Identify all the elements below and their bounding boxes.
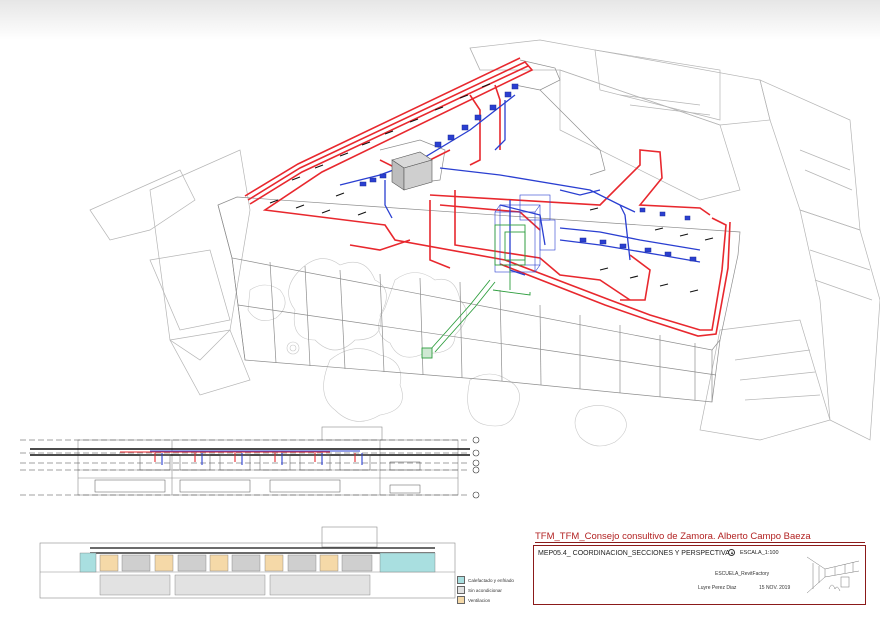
project-title: TFM_TFM_Consejo consultivo de Zamora. Al… [535, 531, 811, 542]
legend-swatch [457, 576, 465, 584]
sheet-author: Luyre Perez Diaz [698, 585, 737, 591]
zoning-legend: Calefactado y enfriado Sin acondicionar … [457, 575, 514, 605]
legend-swatch [457, 596, 465, 604]
sheet-code-name: MEP05.4_ COORDINACION_SECCIONES Y PERSPE… [538, 550, 730, 557]
legend-label: Calefactado y enfriado [468, 577, 514, 583]
diffusers [269, 83, 714, 293]
perspective-thumbnail [806, 556, 860, 594]
level-markers [472, 436, 480, 499]
sheet-code: MEP05.4_ [538, 550, 571, 557]
sheet-name: COORDINACION_SECCIONES Y PERSPECTIVA [572, 550, 730, 557]
context-buildings [89, 39, 880, 441]
section-lower [39, 526, 456, 599]
title-block: MEP05.4_ COORDINACION_SECCIONES Y PERSPE… [533, 545, 866, 605]
air-handling-unit [391, 151, 433, 191]
mep-drawing-canvas [20, 39, 880, 599]
level-lines [20, 439, 470, 496]
legend-item: Sin acondicionar [457, 585, 514, 595]
section-rooms [94, 454, 421, 494]
legend-label: Ventilacion [468, 597, 491, 603]
sheet-scale: ESCALA_1:100 [740, 550, 779, 556]
building-wireframe [217, 59, 741, 403]
drainage-pipes [421, 224, 531, 359]
legend-item: Calefactado y enfriado [457, 575, 514, 585]
trees [247, 258, 627, 447]
perspective-view [89, 39, 880, 447]
title-rule [535, 542, 865, 543]
legend-label: Sin acondicionar [468, 587, 502, 593]
legend-item: Ventilacion [457, 595, 514, 605]
sheet-date: 15 NOV. 2019 [759, 585, 791, 591]
section-upper [20, 426, 480, 499]
zone-unconditioned [99, 574, 371, 596]
north-arrow-icon [728, 549, 735, 556]
legend-swatch [457, 586, 465, 594]
section-supply [120, 451, 356, 462]
sheet-school: ESCUELA_RevitFactory [715, 571, 770, 577]
